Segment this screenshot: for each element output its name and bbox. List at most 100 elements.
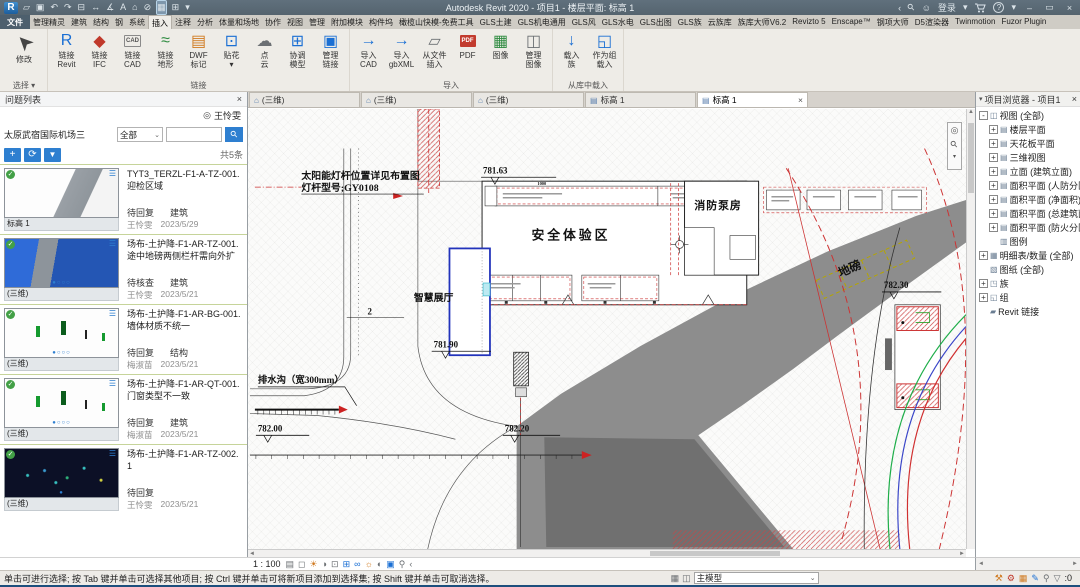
issue-thumbnail[interactable]: ✓ ☰ ● — [4, 448, 119, 498]
edit-linked-icon[interactable]: ✎ — [1031, 573, 1039, 584]
expander-icon[interactable]: + — [979, 293, 988, 302]
aligned-dimension-icon[interactable]: ∡ — [106, 1, 114, 14]
view-tab[interactable]: ⌂ (三维) × — [473, 92, 584, 107]
ribbon-button[interactable]: ↓ 载入 族 — [555, 29, 588, 70]
tree-item[interactable]: + ▤ 面积平面 (净面积) — [976, 192, 1080, 206]
tree-item[interactable]: + ▤ 立面 (建筑立面) — [976, 164, 1080, 178]
ribbon-tab[interactable]: 注释 — [172, 15, 194, 29]
browser-horizontal-scrollbar[interactable]: ◄► — [975, 557, 1080, 570]
ribbon-button[interactable]: ☁ 点 云 — [248, 29, 281, 70]
issue-thumbnail[interactable]: ✓ ☰ ●○○○ — [4, 308, 119, 358]
ribbon-tab[interactable]: GLS水电 — [599, 15, 637, 29]
drawing-canvas[interactable]: 地磅 — [248, 109, 966, 549]
issue-list-item[interactable]: ✓ ☰ 标高 1 TYT3_TERZL-F1-A-TZ-001. 迎检区域 待回… — [0, 164, 247, 234]
navbar-caret-icon[interactable]: ▾ — [953, 153, 956, 160]
ribbon-tab[interactable]: 建筑 — [68, 15, 90, 29]
select-underlay-icon[interactable]: ⚲ — [1043, 573, 1050, 584]
sun-path-icon[interactable]: ☀ — [310, 559, 318, 570]
ribbon-tab[interactable]: 文件 — [0, 15, 30, 29]
ribbon-tab[interactable]: Fuzor Plugin — [998, 15, 1049, 29]
measure-icon[interactable]: ↔ — [91, 1, 100, 14]
expander-icon[interactable]: + — [989, 167, 998, 176]
shadows-icon[interactable]: ◑ — [322, 559, 327, 570]
panel-menu-icon[interactable]: ▾ — [979, 95, 983, 103]
issue-list-item[interactable]: ✓ ☰ ●○○○ (三维) 场布-土护降-F1-AR-BG-001. 墙体材质不… — [0, 304, 247, 374]
ribbon-tab[interactable]: 管理 — [306, 15, 328, 29]
ribbon-button[interactable]: PDF PDF — [451, 29, 484, 61]
expander-icon[interactable]: + — [979, 279, 988, 288]
ribbon-button[interactable]: → 导入 gbXML — [385, 29, 418, 70]
ribbon-button[interactable]: ▤ DWF 标记 — [182, 29, 215, 70]
section-icon[interactable]: ⊘ — [144, 1, 152, 14]
ribbon-button[interactable]: ◱ 作为组 载入 — [588, 29, 621, 70]
qat-more-icon[interactable]: ▾ — [185, 1, 190, 14]
expander-icon[interactable]: + — [989, 195, 998, 204]
tree-item[interactable]: + ▤ 天花板平面 — [976, 136, 1080, 150]
tree-item[interactable]: - ◫ 视图 (全部) — [976, 108, 1080, 122]
expander-icon[interactable]: + — [989, 223, 998, 232]
exclude-options-icon[interactable]: ▦ — [1019, 573, 1028, 584]
ribbon-tab[interactable]: 云族库 — [705, 15, 735, 29]
reveal-hidden-icon[interactable]: ☼ — [365, 559, 373, 570]
ribbon-tab[interactable]: 构件坞 — [366, 15, 396, 29]
expander-icon[interactable]: + — [979, 251, 988, 260]
add-issue-button[interactable]: + — [4, 148, 21, 162]
tree-item[interactable]: + ▤ 面积平面 (防火分区面积) — [976, 220, 1080, 234]
tree-item[interactable]: + ▤ 楼层平面 — [976, 122, 1080, 136]
tree-item[interactable]: + ◳ 族 — [976, 276, 1080, 290]
expander-icon[interactable]: + — [989, 153, 998, 162]
current-user[interactable]: 王怜雯 — [214, 109, 241, 122]
scrollbar-thumb[interactable] — [650, 551, 780, 556]
ribbon-tab[interactable]: 系统 — [126, 15, 148, 29]
constraints-icon[interactable]: ⚲ — [399, 559, 406, 570]
steering-wheel-icon[interactable]: ◎ — [951, 125, 959, 136]
issue-thumbnail[interactable]: ✓ ☰ ●○○○ — [4, 378, 119, 428]
selection-filter-icon[interactable]: ▽ — [1054, 573, 1061, 584]
user-avatar-icon[interactable]: ☺ — [922, 3, 931, 13]
item-menu-icon[interactable]: ☰ — [109, 309, 116, 318]
ribbon-tab[interactable]: 钢 — [112, 15, 126, 29]
tree-item[interactable]: ▧ 图纸 (全部) — [976, 262, 1080, 276]
ribbon-button[interactable]: R 链接 Revit — [50, 29, 83, 70]
ribbon-tab[interactable]: 附加模块 — [328, 15, 366, 29]
expander-icon[interactable]: + — [989, 139, 998, 148]
ribbon-button[interactable]: ◫ 管理 图像 — [517, 29, 550, 70]
expander-icon[interactable]: + — [989, 125, 998, 134]
temporary-hide-isolate-icon[interactable]: ∞ — [354, 559, 360, 570]
ribbon-tab[interactable]: GLS出图 — [637, 15, 675, 29]
modify-button[interactable]: ➤ 修改 — [3, 29, 45, 65]
help-caret-icon[interactable]: ▾ — [1011, 2, 1016, 13]
filter-button[interactable]: ▼ — [44, 148, 61, 162]
help-icon[interactable]: ? — [993, 2, 1004, 13]
ribbon-tab[interactable]: GLS风 — [569, 15, 599, 29]
ribbon-tab[interactable]: 分析 — [194, 15, 216, 29]
expander-icon[interactable]: - — [979, 111, 988, 120]
issue-list-item[interactable]: ✓ ☰ ● (三维) 场布-土护降-F1-AR-TZ-002. 1 待回复 — [0, 444, 247, 514]
tree-item[interactable]: + ▦ 明细表/数量 (全部) — [976, 248, 1080, 262]
browser-close-icon[interactable]: × — [1072, 94, 1077, 104]
search-icon[interactable]: ⚲ — [905, 1, 917, 13]
ribbon-tab[interactable]: 族库大师V6.2 — [735, 15, 789, 29]
view-tab[interactable]: ▤ 标高 1 × — [697, 92, 808, 107]
vertical-scrollbar[interactable]: ▲ — [966, 109, 975, 549]
issue-list-item[interactable]: ✓ ☰ ●○○○ (三维) 场布-土护降-F1-AR-TZ-001. 途中地磅两… — [0, 234, 247, 304]
open-icon[interactable]: ▱ — [23, 1, 30, 14]
undo-icon[interactable]: ↶ — [50, 1, 58, 14]
user-interface-icon[interactable]: ⊞ — [172, 1, 180, 14]
sign-in-caret-icon[interactable]: ▾ — [963, 2, 968, 13]
worksharing-display-icon[interactable]: ◐ — [377, 559, 382, 570]
text-icon[interactable]: A — [120, 1, 126, 14]
tree-item[interactable]: + ▤ 三维视图 — [976, 150, 1080, 164]
restore-button[interactable]: ▭ — [1043, 2, 1056, 13]
item-menu-icon[interactable]: ☰ — [109, 379, 116, 388]
app-store-cart-icon[interactable] — [974, 3, 986, 13]
ribbon-tab[interactable]: 钢项大师 — [874, 15, 912, 29]
crop-view-icon[interactable]: ⊡ — [331, 559, 339, 570]
revit-logo-icon[interactable]: R — [4, 2, 18, 14]
visual-style-icon[interactable]: ◻ — [298, 559, 305, 570]
ribbon-button[interactable]: ▱ 从文件 插入 — [418, 29, 451, 70]
issue-panel-close-icon[interactable]: × — [237, 94, 242, 104]
view-tab-close-icon[interactable]: × — [798, 95, 803, 105]
issue-thumbnail[interactable]: ✓ ☰ — [4, 168, 119, 218]
ribbon-tab[interactable]: 管理精灵 — [30, 15, 68, 29]
